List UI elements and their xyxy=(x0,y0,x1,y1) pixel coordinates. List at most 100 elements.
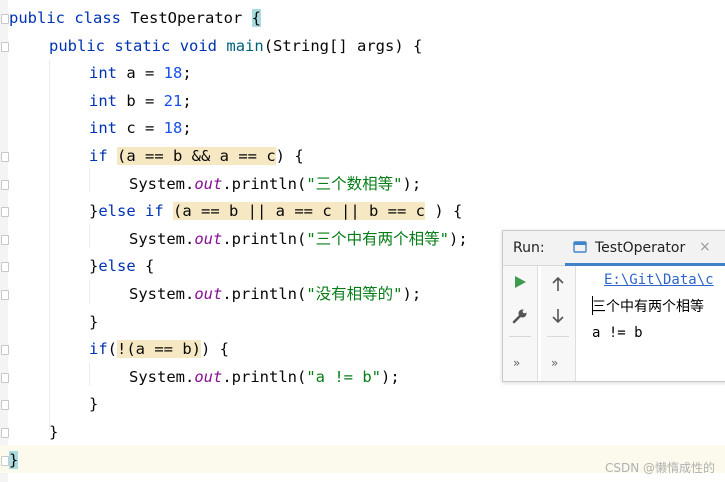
code-token: .println( xyxy=(222,174,307,193)
fold-marker[interactable] xyxy=(1,234,9,245)
close-icon[interactable]: × xyxy=(699,239,711,255)
more-actions-button[interactable]: » xyxy=(551,356,558,370)
fold-marker[interactable] xyxy=(1,455,9,466)
code-line: System.out.println("没有相等的"); xyxy=(129,281,421,308)
code-token: (a == b || a == c || b == c xyxy=(173,202,425,221)
code-line: }else { xyxy=(89,253,154,280)
code-token: System. xyxy=(129,285,195,303)
code-token: } xyxy=(89,395,99,414)
code-token: "三个中有两个相等" xyxy=(306,229,449,248)
console-path-link[interactable]: E:\Git\Data\c xyxy=(604,272,714,288)
code-line: if(!(a == b)) { xyxy=(89,336,229,363)
wrench-icon xyxy=(512,309,527,324)
run-tool-window[interactable]: Run: TestOperator × » » E:\Git\Data\c 三个… xyxy=(502,230,725,382)
code-token: ); xyxy=(402,174,422,193)
code-token: "没有相等的" xyxy=(306,285,403,303)
settings-button[interactable] xyxy=(510,306,530,326)
code-token: !(a == b) xyxy=(117,340,202,359)
code-line: System.out.println("三个中有两个相等"); xyxy=(129,226,468,253)
fold-marker[interactable] xyxy=(1,41,9,52)
code-token: void xyxy=(179,36,218,55)
code-token: .println( xyxy=(222,367,307,386)
code-token: System. xyxy=(129,229,195,248)
fold-marker[interactable] xyxy=(1,400,9,411)
code-token: 18 xyxy=(163,64,183,83)
code-token: a = xyxy=(117,64,164,83)
code-token: else xyxy=(98,257,136,276)
arrow-down-icon xyxy=(552,309,564,324)
fold-marker[interactable] xyxy=(1,290,9,300)
code-token: ) { xyxy=(201,340,230,359)
scroll-down-button[interactable] xyxy=(548,306,568,326)
code-token: } xyxy=(89,312,99,331)
fold-marker[interactable] xyxy=(1,152,9,162)
code-line: int b = 21; xyxy=(89,88,192,115)
code-line: int c = 18; xyxy=(89,115,192,142)
code-token: out xyxy=(194,174,223,193)
indent-guide xyxy=(89,224,90,248)
scroll-up-button[interactable] xyxy=(548,274,568,294)
code-token: c = xyxy=(117,119,164,138)
code-token: System. xyxy=(129,174,195,193)
code-token: int xyxy=(89,64,117,83)
run-header: Run: TestOperator × xyxy=(503,231,725,266)
code-token: { xyxy=(251,9,262,27)
code-token: out xyxy=(194,367,223,386)
toolbar-divider xyxy=(547,336,569,337)
run-config-icon xyxy=(573,241,587,253)
code-token: ; xyxy=(182,119,192,138)
code-token: ); xyxy=(380,367,400,386)
code-token: "a != b" xyxy=(306,367,381,386)
code-line: int a = 18; xyxy=(89,60,192,87)
code-line: if (a == b && a == c) { xyxy=(89,143,304,170)
code-token: .println( xyxy=(222,285,307,303)
fold-marker[interactable] xyxy=(1,207,9,218)
code-line: } xyxy=(9,447,19,474)
indent-guide xyxy=(89,362,90,386)
code-token: ) { xyxy=(425,202,463,221)
run-toolbar-left: » xyxy=(503,266,538,381)
code-token: static xyxy=(114,36,171,55)
code-token: ) { xyxy=(275,147,304,165)
code-token: ); xyxy=(449,229,468,248)
code-line: }else if (a == b || a == c || b == c ) { xyxy=(89,198,462,225)
fold-marker[interactable] xyxy=(1,262,9,273)
fold-marker[interactable] xyxy=(1,372,9,383)
code-token: TestOperator xyxy=(121,9,252,27)
code-token: } xyxy=(89,257,99,276)
more-actions-button[interactable]: » xyxy=(513,356,520,370)
code-token: public xyxy=(49,36,105,55)
code-token: ); xyxy=(402,285,422,303)
code-token: int xyxy=(89,119,117,138)
play-icon xyxy=(515,276,526,288)
code-token: public xyxy=(9,9,65,27)
code-line: } xyxy=(89,309,98,336)
fold-marker[interactable] xyxy=(1,428,9,438)
fold-marker[interactable] xyxy=(1,345,9,356)
console-line: 三个中有两个相等 xyxy=(592,299,704,315)
code-token: System. xyxy=(129,367,195,386)
code-token: 18 xyxy=(163,119,183,138)
code-line: System.out.println("a != b"); xyxy=(129,364,400,391)
code-line: public class TestOperator { xyxy=(9,5,262,32)
code-line: } xyxy=(49,419,58,446)
code-token: "三个数相等" xyxy=(306,174,403,193)
run-toolbar-right: » xyxy=(541,266,576,381)
fold-marker[interactable] xyxy=(1,14,9,24)
watermark: CSDN @懒惰成性的 xyxy=(604,461,715,475)
rerun-button[interactable] xyxy=(510,272,530,292)
indent-guide xyxy=(89,280,90,304)
fold-marker[interactable] xyxy=(1,179,9,190)
code-token: ; xyxy=(182,91,192,110)
code-token: (a == b && a == c xyxy=(117,147,276,165)
tab-testoperator[interactable]: TestOperator × xyxy=(565,231,725,266)
code-token: class xyxy=(74,9,122,27)
code-line: System.out.println("三个数相等"); xyxy=(129,171,421,198)
console-output[interactable]: E:\Git\Data\c 三个中有两个相等 a != b xyxy=(580,266,725,381)
code-token: .println( xyxy=(222,229,307,248)
